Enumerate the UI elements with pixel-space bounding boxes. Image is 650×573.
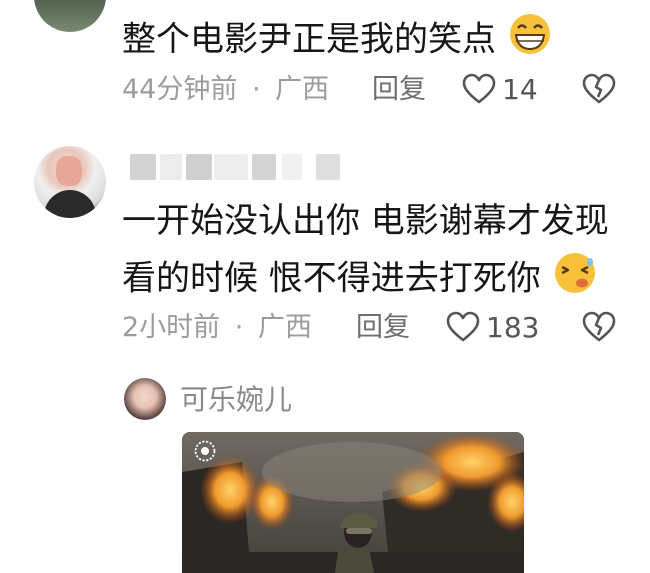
reply-username[interactable]: 可乐婉儿 xyxy=(180,382,292,418)
heart-icon[interactable] xyxy=(446,311,480,343)
comment-time: 44分钟前 xyxy=(122,74,238,105)
comment-text-content: 看的时候 恨不得进去打死你 xyxy=(122,258,541,299)
separator: · xyxy=(234,312,244,343)
dislike-broken-heart-icon[interactable] xyxy=(582,73,616,105)
live-badge-icon xyxy=(194,440,216,466)
reply-button[interactable]: 回复 xyxy=(372,72,426,108)
comment-location: 广西 xyxy=(257,312,312,343)
video-thumbnail[interactable] xyxy=(182,432,524,573)
reply-avatar[interactable] xyxy=(124,378,166,420)
separator: · xyxy=(251,74,261,105)
comment-text-content: 整个电影尹正是我的笑点 xyxy=(122,19,496,60)
reply-button[interactable]: 回复 xyxy=(356,310,410,346)
like-count: 14 xyxy=(502,73,538,106)
avatar[interactable] xyxy=(34,146,106,218)
comment-text: 整个电影尹正是我的笑点 xyxy=(122,12,553,70)
confounded-face-icon xyxy=(552,250,598,310)
comment-text-line: 一开始没认出你 电影谢幕才发现 xyxy=(122,201,609,241)
heart-icon[interactable] xyxy=(462,73,496,105)
comment-meta: 44分钟前 · 广西 xyxy=(122,72,329,108)
avatar[interactable] xyxy=(34,0,106,32)
grinning-face-icon xyxy=(507,12,553,70)
comment-time: 2小时前 xyxy=(122,312,221,343)
comment-location: 广西 xyxy=(275,74,330,105)
video-frame-image xyxy=(182,432,524,573)
like-count: 183 xyxy=(486,311,540,344)
comment-text-line: 看的时候 恨不得进去打死你 xyxy=(122,250,598,310)
comment-meta: 2小时前 · 广西 xyxy=(122,310,312,346)
dislike-broken-heart-icon[interactable] xyxy=(582,311,616,343)
